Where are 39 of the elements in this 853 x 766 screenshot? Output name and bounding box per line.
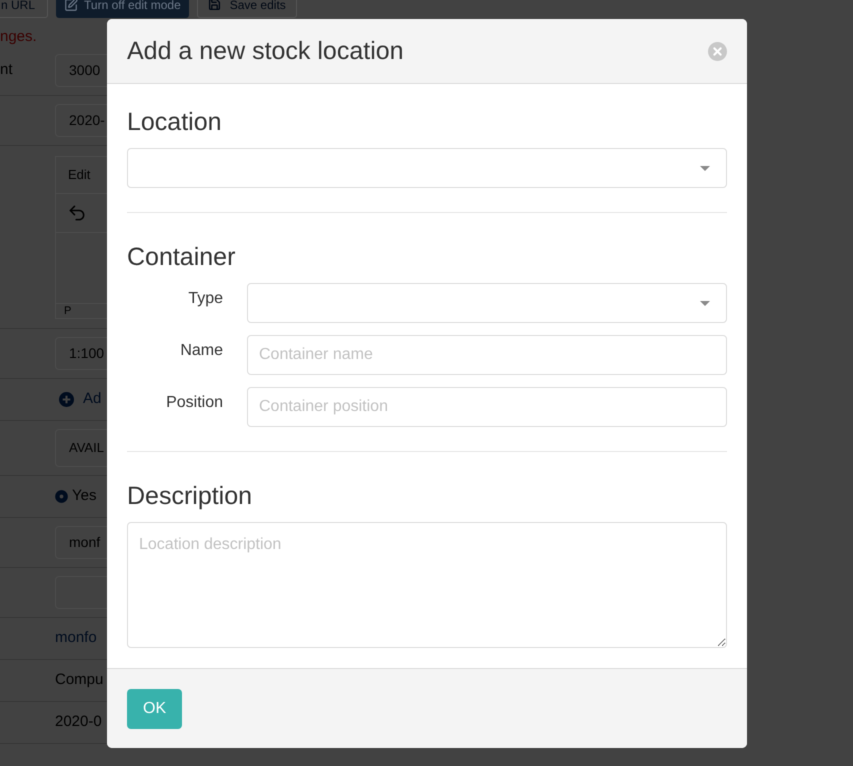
rich-text-editor[interactable]: Edit P	[55, 156, 107, 318]
field-label: nt	[0, 60, 13, 80]
ok-button[interactable]: OK	[127, 688, 182, 728]
plus-circle-icon	[59, 392, 74, 407]
status-path: P	[64, 304, 72, 317]
field-label: Position	[166, 393, 223, 413]
caret-icon	[700, 300, 710, 306]
section-heading: Description	[127, 481, 254, 511]
text-field[interactable]: 2020-	[55, 104, 107, 137]
notice-text: nges.	[0, 28, 37, 46]
radio-label: Yes	[72, 486, 96, 506]
caret-icon	[700, 166, 710, 170]
section-heading: Location	[127, 107, 223, 137]
url-button[interactable]: n URL	[0, 0, 48, 18]
text-input[interactable]: Container name	[247, 335, 727, 375]
dropdown-select[interactable]	[247, 283, 727, 323]
text-input[interactable]: Container position	[247, 387, 727, 427]
undo-icon[interactable]	[67, 202, 87, 223]
dropdown-select[interactable]	[127, 148, 727, 188]
text-field[interactable]: 3000	[55, 54, 107, 87]
field-label: Name	[180, 341, 223, 361]
text-field[interactable]: 1:100	[55, 337, 107, 370]
radio-button[interactable]	[55, 490, 68, 503]
link[interactable]: monfo	[55, 627, 97, 650]
textarea-field[interactable]: Location description	[127, 522, 727, 648]
text-field[interactable]	[55, 576, 107, 609]
dropdown-select[interactable]: AVAIL	[55, 429, 107, 467]
field-label: Type	[188, 289, 223, 309]
section-heading: Container	[127, 242, 236, 272]
text-field[interactable]: monf	[55, 526, 107, 559]
pencil-square-icon	[64, 0, 78, 12]
menu-item[interactable]: Edit	[68, 165, 90, 185]
save-button[interactable]: Save edits	[196, 0, 297, 18]
text-value: 2020-0	[55, 712, 102, 732]
dialog-title: Add a new stock location	[127, 36, 404, 66]
edit-mode-button[interactable]: Turn off edit mode	[56, 0, 189, 18]
text-value: Compu	[55, 670, 104, 690]
close-icon[interactable]	[708, 42, 727, 60]
add-link[interactable]: Ad	[55, 388, 102, 411]
